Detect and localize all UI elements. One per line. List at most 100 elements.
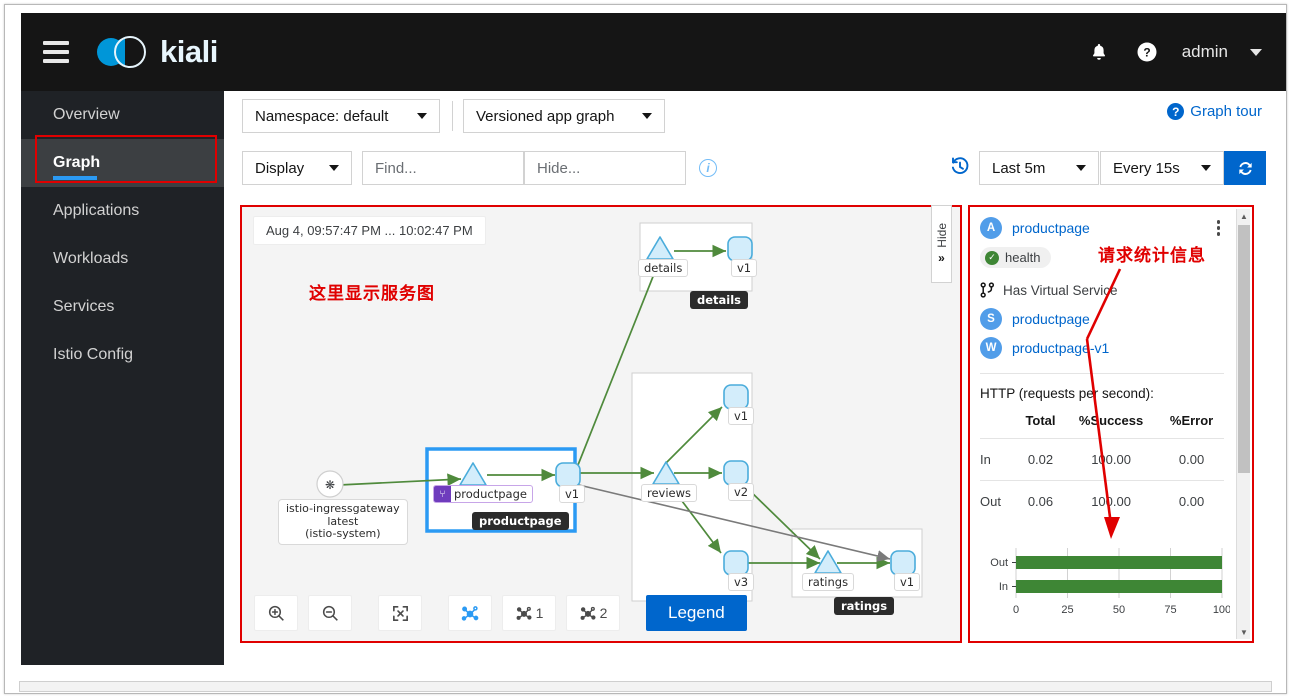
svg-text:75: 75 — [1164, 604, 1176, 616]
service-graph-canvas[interactable]: ❋ Aug 4, 09:57:47 PM ... 10:02:47 PM 这里显… — [240, 205, 962, 643]
panel-divider — [980, 373, 1224, 374]
http-stats-title: HTTP (requests per second): — [980, 386, 1154, 401]
virtual-service-label: Has Virtual Service — [1003, 282, 1118, 298]
legend-button[interactable]: Legend — [646, 595, 747, 631]
display-select-label: Display — [255, 159, 305, 177]
legend-item[interactable]: 3xx — [1061, 640, 1095, 641]
window-horizontal-scrollbar[interactable] — [19, 681, 1272, 692]
sidebar-item-label: Graph — [53, 154, 101, 171]
history-icon[interactable] — [949, 155, 971, 177]
node-label-reviews-service: reviews — [641, 484, 698, 502]
service-row: S productpage — [980, 308, 1224, 330]
svg-text:25: 25 — [1061, 604, 1073, 616]
zoom-out-icon[interactable] — [308, 595, 352, 631]
svg-text:100: 100 — [1213, 604, 1230, 616]
group-tooltip-details: details — [690, 291, 749, 309]
workload-name-link[interactable]: productpage-v1 — [1012, 340, 1109, 356]
graph-tour-link[interactable]: ? Graph tour — [1167, 103, 1262, 120]
user-menu-label[interactable]: admin — [1182, 42, 1228, 62]
fit-to-screen-icon[interactable] — [378, 595, 422, 631]
legend-item[interactable]: 4xx — [1107, 640, 1141, 641]
node-label-details-service: details — [638, 259, 689, 277]
service-name-link[interactable]: productpage — [1012, 311, 1090, 327]
sidebar-item-workloads[interactable]: Workloads — [21, 235, 224, 283]
info-icon[interactable]: i — [699, 159, 717, 177]
refresh-interval-select[interactable]: Every 15s — [1100, 151, 1224, 185]
time-range-select[interactable]: Last 5m — [979, 151, 1099, 185]
cell-success: 100.00 — [1062, 480, 1160, 522]
scroll-down-arrow-icon[interactable]: ▼ — [1237, 625, 1251, 639]
graph-type-select[interactable]: Versioned app graph — [463, 99, 665, 133]
sidebar-item-graph[interactable]: Graph — [21, 139, 224, 187]
hamburger-icon[interactable] — [43, 41, 69, 63]
kebab-menu-icon[interactable] — [1213, 218, 1225, 238]
app-name-link[interactable]: productpage — [1012, 220, 1090, 236]
svg-text:0: 0 — [1013, 604, 1019, 616]
layout-default-icon[interactable] — [448, 595, 492, 631]
http-distribution-chart: Out In 0 25 50 75 100 — [980, 540, 1231, 632]
layout-2-button[interactable]: 2 — [566, 595, 620, 631]
masthead-actions: ? admin — [1086, 39, 1262, 65]
cell-error: 0.00 — [1159, 480, 1224, 522]
legend-item[interactable]: 5xx — [1152, 640, 1186, 641]
chevron-double-right-icon: » — [938, 250, 945, 265]
kiali-logo-icon — [97, 35, 151, 69]
legend-item[interactable]: OK — [1017, 640, 1050, 644]
node-label-productpage-service: ⑂ productpage — [433, 485, 533, 503]
cell-direction: Out — [980, 480, 1018, 522]
legend-swatch — [1017, 642, 1028, 644]
node-label-ratings-v1: v1 — [894, 573, 921, 591]
sidebar-item-applications[interactable]: Applications — [21, 187, 224, 235]
question-circle-icon[interactable]: ? — [1134, 39, 1160, 65]
hide-panel-toggle[interactable]: Hide » — [931, 205, 952, 283]
node-label-ingressgateway: istio-ingressgateway latest (istio-system) — [278, 499, 408, 545]
time-range-label: Last 5m — [992, 159, 1046, 177]
node-label-reviews-v3: v3 — [728, 573, 755, 591]
layout-1-button[interactable]: 1 — [502, 595, 556, 631]
sidebar-item-overview[interactable]: Overview — [21, 91, 224, 139]
chevron-down-icon[interactable] — [1250, 48, 1262, 56]
svg-text:?: ? — [1143, 45, 1150, 59]
hide-input[interactable]: Hide... — [524, 151, 686, 185]
graph-type-select-label: Versioned app graph — [476, 107, 615, 125]
layout-1-label: 1 — [535, 605, 544, 621]
cell-total: 0.06 — [1018, 480, 1063, 522]
scrollbar-thumb[interactable] — [1238, 225, 1250, 473]
hide-input-placeholder: Hide... — [537, 159, 581, 177]
namespace-select-label: Namespace: default — [255, 107, 389, 125]
panel-scrollbar[interactable]: ▲ ▼ — [1236, 209, 1250, 639]
svg-text:In: In — [999, 581, 1008, 593]
bell-icon[interactable] — [1086, 39, 1112, 65]
legend-label: 3xx — [1076, 640, 1095, 641]
refresh-interval-label: Every 15s — [1113, 159, 1180, 177]
toolbar-divider — [452, 101, 453, 131]
sidebar-item-label: Services — [53, 298, 115, 315]
sidebar-item-istio-config[interactable]: Istio Config — [21, 331, 224, 379]
sidebar-item-services[interactable]: Services — [21, 283, 224, 331]
column-header-success: %Success — [1078, 413, 1144, 428]
cell-error: 0.00 — [1159, 438, 1224, 481]
refresh-button[interactable] — [1224, 151, 1266, 185]
summary-panel-body: A productpage ✓ health Has Virtual Servi… — [970, 207, 1238, 641]
scroll-up-arrow-icon[interactable]: ▲ — [1237, 209, 1251, 223]
brand-logo[interactable]: kiali — [97, 34, 218, 70]
column-header-total: Total — [1025, 413, 1056, 428]
cell-total: 0.02 — [1018, 438, 1063, 481]
cell-success: 100.00 — [1062, 438, 1160, 481]
check-circle-icon: ✓ — [985, 250, 999, 265]
namespace-select[interactable]: Namespace: default — [242, 99, 440, 133]
node-label-productpage-v1: v1 — [559, 485, 586, 503]
find-input[interactable]: Find... — [362, 151, 524, 185]
column-header-direction — [980, 413, 1018, 439]
display-select[interactable]: Display — [242, 151, 352, 185]
app-row: A productpage — [980, 217, 1224, 239]
chart-plot-area: Out In 0 25 50 75 100 — [990, 548, 1231, 616]
layout-2-label: 2 — [599, 605, 608, 621]
node-label-ratings-service: ratings — [802, 573, 855, 591]
group-tooltip-productpage: productpage — [472, 512, 569, 530]
sidebar-item-label: Workloads — [53, 250, 129, 267]
zoom-in-icon[interactable] — [254, 595, 298, 631]
sidebar-item-label: Istio Config — [53, 346, 134, 363]
sidebar-item-label: Overview — [53, 106, 120, 123]
chevron-down-icon — [417, 113, 427, 119]
